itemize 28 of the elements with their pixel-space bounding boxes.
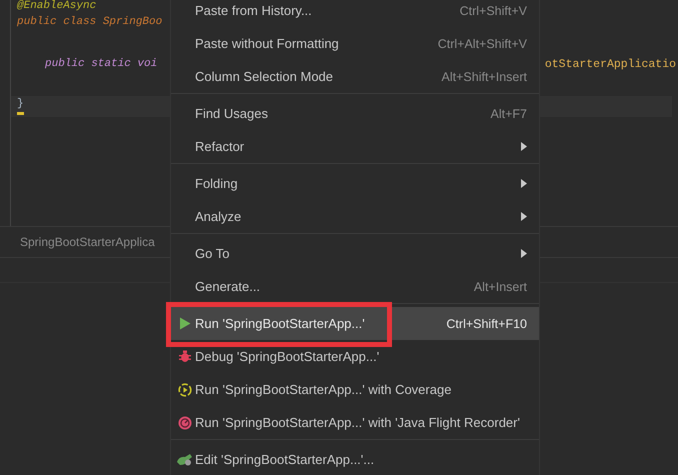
menu-item[interactable]: Run 'SpringBootStarterApp...' Ctrl+Shift+F10 bbox=[171, 307, 539, 340]
menu-item[interactable]: Run 'SpringBootStarterApp...' with 'Java Flight Recorder' bbox=[171, 406, 539, 439]
menu-item[interactable]: Debug 'SpringBootStarterApp...' bbox=[171, 340, 539, 373]
menu-item[interactable]: Find Usages Alt+F7 bbox=[171, 97, 539, 130]
submenu-arrow-icon bbox=[521, 249, 527, 258]
submenu-arrow-icon bbox=[521, 179, 527, 188]
play-circle-icon bbox=[178, 382, 192, 396]
code-text: otStarterApplicatio bbox=[544, 57, 676, 73]
menu-item[interactable]: Run 'SpringBootStarterApp...' with Coverage bbox=[171, 373, 539, 406]
code-text: @EnableAsync bbox=[17, 0, 96, 12]
menu-item[interactable]: Refactor bbox=[171, 130, 539, 163]
file-tab[interactable]: SpringBootStarterApplica bbox=[20, 235, 155, 249]
menu-item[interactable]: Folding bbox=[171, 167, 539, 200]
menu-item[interactable]: Analyze bbox=[171, 200, 539, 233]
menu-item[interactable]: Generate... Alt+Insert bbox=[171, 270, 539, 303]
code-text: public static voi bbox=[45, 57, 158, 72]
code-text: public class SpringBoo bbox=[17, 15, 162, 30]
submenu-arrow-icon bbox=[521, 212, 527, 221]
menu-item[interactable]: Column Selection Mode Alt+Shift+Insert bbox=[171, 60, 539, 93]
submenu-arrow-icon bbox=[521, 142, 527, 151]
menu-item[interactable]: Paste from History... Ctrl+Shift+V bbox=[171, 0, 539, 27]
bug-icon bbox=[179, 350, 191, 363]
menu-item[interactable]: Edit 'SpringBootStarterApp...'... bbox=[171, 443, 539, 475]
gauge-icon bbox=[178, 416, 192, 430]
menu-item[interactable]: Go To bbox=[171, 237, 539, 270]
code-text: } bbox=[17, 96, 24, 115]
play-icon bbox=[179, 317, 191, 330]
menu-item[interactable]: Paste without Formatting Ctrl+Alt+Shift+V bbox=[171, 27, 539, 60]
